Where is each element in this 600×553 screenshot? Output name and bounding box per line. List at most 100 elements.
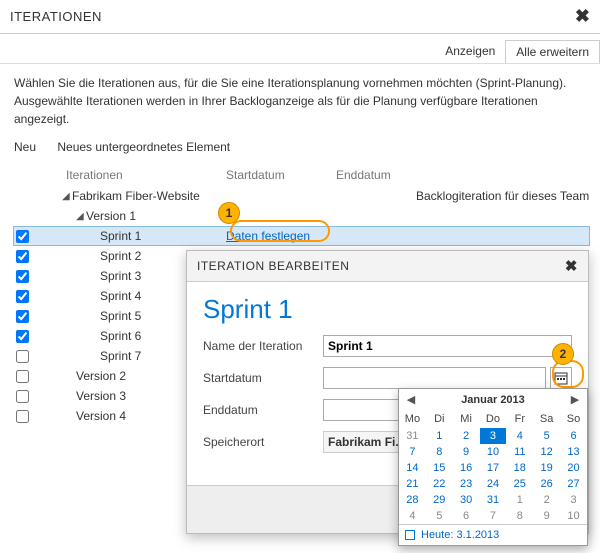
calendar-day[interactable]: 22 <box>426 476 453 492</box>
callout-ring-1 <box>230 220 330 242</box>
calendar-day[interactable]: 23 <box>453 476 480 492</box>
row-checkbox[interactable] <box>16 370 29 383</box>
calendar-day-header: Do <box>480 410 507 428</box>
next-month-button[interactable]: ▶ <box>569 393 581 406</box>
calendar-day[interactable]: 4 <box>399 508 426 524</box>
row-checkbox[interactable] <box>16 230 29 243</box>
calendar-day[interactable]: 3 <box>560 492 587 508</box>
calendar-day[interactable]: 9 <box>453 444 480 460</box>
calendar-day[interactable]: 20 <box>560 460 587 476</box>
row-checkbox[interactable] <box>16 290 29 303</box>
calendar-day-header: Fr <box>506 410 533 428</box>
startdate-input[interactable] <box>323 367 546 389</box>
calendar-day[interactable]: 7 <box>399 444 426 460</box>
calendar-day[interactable]: 19 <box>533 460 560 476</box>
panel-title: ITERATION BEARBEITEN <box>197 259 349 273</box>
calendar-day[interactable]: 8 <box>426 444 453 460</box>
row-checkbox[interactable] <box>16 410 29 423</box>
row-checkbox[interactable] <box>16 270 29 283</box>
iteration-name-input[interactable] <box>323 335 572 357</box>
calendar-day[interactable]: 4 <box>506 428 533 444</box>
calendar-day[interactable]: 16 <box>453 460 480 476</box>
calendar-day[interactable]: 1 <box>506 492 533 508</box>
tree-label: Fabrikam Fiber-Website <box>72 189 200 203</box>
calendar-day-header: Sa <box>533 410 560 428</box>
calendar-day[interactable]: 10 <box>480 444 507 460</box>
calendar-day-header: Mo <box>399 410 426 428</box>
startdate-label: Startdatum <box>203 371 323 385</box>
today-link[interactable]: Heute: 3.1.2013 <box>421 529 499 541</box>
prev-month-button[interactable]: ◀ <box>405 393 417 406</box>
calendar-day-header: So <box>560 410 587 428</box>
row-checkbox[interactable] <box>16 310 29 323</box>
col-enddate: Enddatum <box>336 168 416 182</box>
calendar-day[interactable]: 9 <box>533 508 560 524</box>
row-checkbox[interactable] <box>16 390 29 403</box>
calendar-day-header: Di <box>426 410 453 428</box>
calendar-day[interactable]: 1 <box>426 428 453 444</box>
calendar-day[interactable]: 2 <box>533 492 560 508</box>
tree-label: Sprint 6 <box>100 329 141 343</box>
tree-label: Version 3 <box>76 389 126 403</box>
calendar-day[interactable]: 15 <box>426 460 453 476</box>
expand-all-button[interactable]: Alle erweitern <box>505 40 600 63</box>
calendar-day[interactable]: 31 <box>399 428 426 444</box>
calendar-day[interactable]: 5 <box>533 428 560 444</box>
caret-down-icon[interactable]: ◢ <box>62 191 72 202</box>
calendar-day[interactable]: 12 <box>533 444 560 460</box>
tree-label: Sprint 4 <box>100 289 141 303</box>
calendar-day[interactable]: 2 <box>453 428 480 444</box>
dialog-title: ITERATIONEN <box>10 9 102 24</box>
calendar-day[interactable]: 5 <box>426 508 453 524</box>
calendar-day[interactable]: 24 <box>480 476 507 492</box>
backlog-note: Backlogiteration für dieses Team <box>416 189 600 203</box>
row-checkbox[interactable] <box>16 330 29 343</box>
calendar-grid: MoDiMiDoFrSaSo 3112345678910111213141516… <box>399 410 587 524</box>
new-child-button[interactable]: Neues untergeordnetes Element <box>57 140 230 154</box>
calendar-day[interactable]: 6 <box>560 428 587 444</box>
tree-label: Version 4 <box>76 409 126 423</box>
calendar-day[interactable]: 26 <box>533 476 560 492</box>
calendar-day[interactable]: 10 <box>560 508 587 524</box>
row-checkbox[interactable] <box>16 350 29 363</box>
col-startdate: Startdatum <box>226 168 336 182</box>
calendar-day[interactable]: 13 <box>560 444 587 460</box>
tree-label: Sprint 7 <box>100 349 141 363</box>
calendar-day[interactable]: 27 <box>560 476 587 492</box>
calendar-day[interactable]: 30 <box>453 492 480 508</box>
calendar-day[interactable]: 7 <box>480 508 507 524</box>
col-iterations: Iterationen <box>36 168 226 182</box>
calendar-day[interactable]: 29 <box>426 492 453 508</box>
calendar-day[interactable]: 21 <box>399 476 426 492</box>
action-menu: Neu Neues untergeordnetes Element <box>0 134 600 164</box>
calendar-day[interactable]: 6 <box>453 508 480 524</box>
callout-badge-1: 1 <box>218 202 240 224</box>
calendar-day[interactable]: 25 <box>506 476 533 492</box>
calendar-day[interactable]: 17 <box>480 460 507 476</box>
enddate-label: Enddatum <box>203 403 323 417</box>
calendar-day[interactable]: 8 <box>506 508 533 524</box>
tree-row-root: ◢Fabrikam Fiber-Website Backlogiteration… <box>14 186 600 206</box>
tree-label: Sprint 3 <box>100 269 141 283</box>
calendar-day[interactable]: 3 <box>480 428 507 444</box>
close-icon[interactable]: ✖ <box>565 257 578 275</box>
calendar-day[interactable]: 11 <box>506 444 533 460</box>
intro-text: Wählen Sie die Iterationen aus, für die … <box>0 64 600 134</box>
calendar-day[interactable]: 31 <box>480 492 507 508</box>
dialog-header: ITERATIONEN ✖ <box>0 0 600 34</box>
tree-label: Sprint 5 <box>100 309 141 323</box>
show-button[interactable]: Anzeigen <box>435 40 505 63</box>
calendar-day[interactable]: 14 <box>399 460 426 476</box>
view-toolbar: Anzeigen Alle erweitern <box>0 34 600 64</box>
calendar-day[interactable]: 28 <box>399 492 426 508</box>
grid-header: Iterationen Startdatum Enddatum <box>14 164 600 186</box>
location-label: Speicherort <box>203 435 323 449</box>
calendar-month[interactable]: Januar 2013 <box>461 394 525 406</box>
caret-down-icon[interactable]: ◢ <box>76 211 86 222</box>
new-button[interactable]: Neu <box>14 140 36 154</box>
panel-heading: Sprint 1 <box>203 294 572 325</box>
calendar-day[interactable]: 18 <box>506 460 533 476</box>
tree-label: Version 1 <box>86 209 136 223</box>
close-icon[interactable]: ✖ <box>575 6 590 27</box>
row-checkbox[interactable] <box>16 250 29 263</box>
